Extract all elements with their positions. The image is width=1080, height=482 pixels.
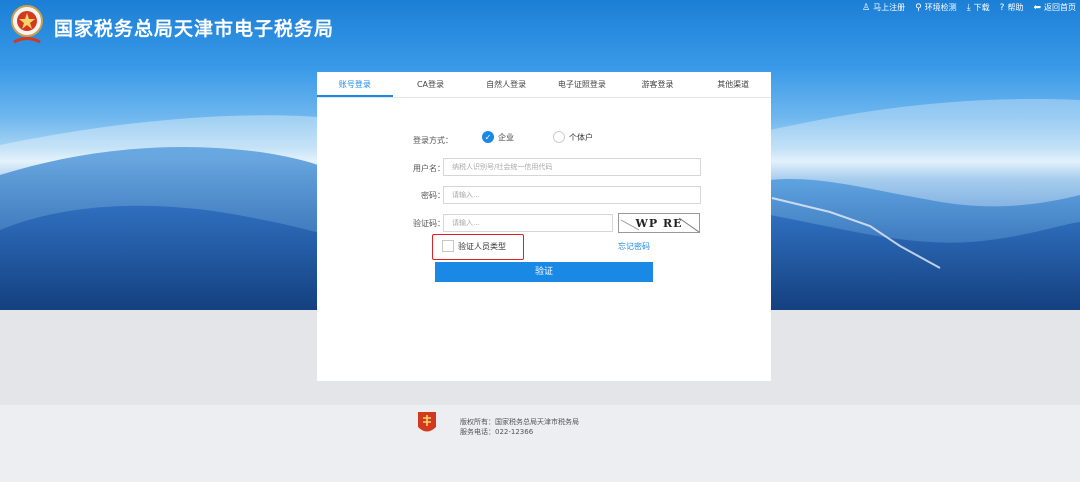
footer-info: 版权所有：国家税务总局天津市税务局 服务电话：022-12366 (460, 417, 579, 437)
verify-type-label: 验证人员类型 (458, 242, 506, 251)
tab-e-license-login[interactable]: 电子证照登录 (544, 72, 620, 97)
register-link[interactable]: ♙ 马上注册 (862, 2, 905, 13)
footer-emblem-icon (416, 409, 438, 437)
password-input[interactable]: 请输入... (443, 186, 701, 204)
back-icon: ⬅ (1033, 2, 1041, 13)
check-icon: ✓ (482, 131, 494, 143)
radio-individual-label: 个体户 (569, 132, 593, 142)
wrench-icon: ⚲ (915, 2, 922, 13)
forgot-password-link[interactable]: 忘记密码 (618, 241, 650, 252)
help-label: 帮助 (1007, 3, 1024, 12)
register-label: 马上注册 (873, 3, 906, 12)
password-label: 密码： (421, 191, 445, 200)
help-link[interactable]: ? 帮助 (1000, 2, 1024, 13)
radio-enterprise[interactable]: ✓ 企业 (482, 131, 514, 143)
tab-natural-person-login[interactable]: 自然人登录 (468, 72, 544, 97)
tax-emblem-icon (8, 4, 46, 50)
footer-copyright: 版权所有：国家税务总局天津市税务局 (460, 418, 579, 426)
verify-type-checkbox[interactable] (442, 240, 454, 252)
radio-individual[interactable]: 个体户 (553, 131, 593, 143)
help-icon: ? (999, 2, 1005, 13)
login-mode-label: 登录方式： (413, 136, 453, 145)
user-icon: ♙ (862, 2, 871, 13)
captcha-input[interactable]: 请输入... (443, 214, 613, 232)
download-icon: ⤓ (966, 2, 971, 13)
home-label: 返回首页 (1044, 3, 1076, 12)
environment-check-label: 环境检测 (924, 3, 957, 12)
captcha-label: 验证码： (413, 219, 445, 228)
footer-phone: 服务电话：022-12366 (460, 428, 534, 436)
username-input[interactable]: 纳税人识别号/社会统一信用代码 (443, 158, 701, 176)
download-label: 下载 (973, 3, 990, 12)
home-link[interactable]: ⬅ 返回首页 (1033, 2, 1076, 13)
login-panel: 账号登录 CA登录 自然人登录 电子证照登录 游客登录 其他渠道 登录方式： ✓… (317, 72, 771, 381)
environment-check-link[interactable]: ⚲ 环境检测 (915, 2, 957, 13)
captcha-noise (620, 217, 700, 233)
tab-ca-login[interactable]: CA登录 (393, 72, 469, 97)
login-tabs: 账号登录 CA登录 自然人登录 电子证照登录 游客登录 其他渠道 (317, 72, 771, 98)
site-title: 国家税务总局天津市电子税务局 (54, 18, 335, 40)
tab-guest-login[interactable]: 游客登录 (620, 72, 696, 97)
download-link[interactable]: ⤓ 下载 (967, 2, 990, 13)
username-label: 用户名： (413, 164, 445, 173)
radio-enterprise-label: 企业 (498, 132, 514, 142)
verify-button[interactable]: 验证 (435, 262, 653, 282)
tab-account-login[interactable]: 账号登录 (317, 72, 393, 97)
captcha-image[interactable]: WP RE (618, 213, 700, 233)
top-links: ♙ 马上注册 ⚲ 环境检测 ⤓ 下载 ? 帮助 ⬅ 返回首页 (862, 2, 1076, 13)
radio-circle-icon (553, 131, 565, 143)
tab-other-channels[interactable]: 其他渠道 (695, 72, 771, 97)
